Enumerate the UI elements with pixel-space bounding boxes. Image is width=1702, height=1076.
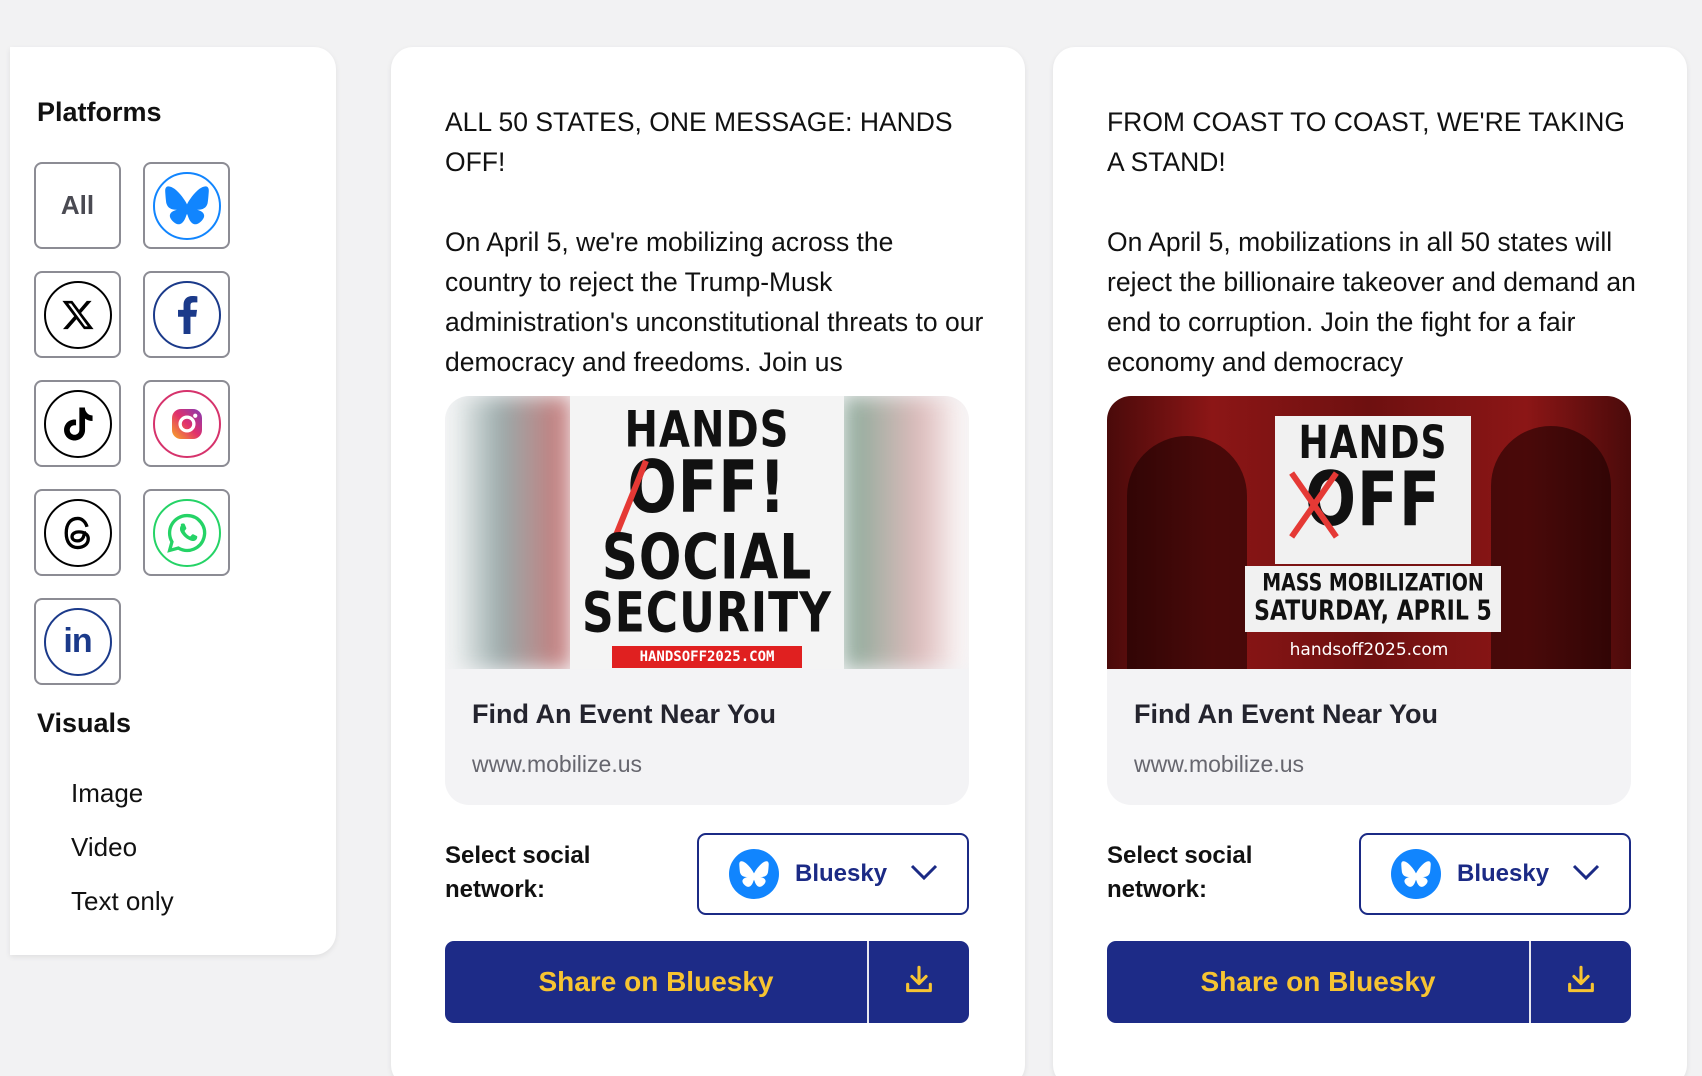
filter-sidebar: Platforms All in Visuals Image Video Tex…	[10, 47, 336, 955]
post-headline: ALL 50 STATES, ONE MESSAGE: HANDS OFF!	[445, 107, 953, 177]
chevron-down-icon	[909, 863, 939, 886]
platform-filter-linkedin[interactable]: in	[34, 598, 121, 685]
social-network-select[interactable]: Bluesky	[697, 833, 969, 915]
post-card: ALL 50 STATES, ONE MESSAGE: HANDS OFF! O…	[391, 47, 1025, 1076]
download-button[interactable]	[1531, 941, 1631, 1023]
share-button[interactable]: Share on Bluesky	[1107, 941, 1531, 1023]
butterfly-icon	[729, 849, 779, 899]
platform-filter-bluesky[interactable]	[143, 162, 230, 249]
facebook-icon	[152, 280, 221, 349]
poster-line4: SATURDAY, APRIL 5	[1254, 595, 1492, 627]
platform-filter-threads[interactable]	[34, 489, 121, 576]
select-value: Bluesky	[1457, 860, 1550, 887]
post-image: HANDS OFF MASS MOBILIZATION SATURDAY, AP…	[1107, 396, 1631, 669]
platform-filter-whatsapp[interactable]	[143, 489, 230, 576]
post-headline: FROM COAST TO COAST, WE'RE TAKING A STAN…	[1107, 107, 1625, 177]
platform-all-label: All	[60, 190, 95, 220]
platform-filter-facebook[interactable]	[143, 271, 230, 358]
tiktok-icon	[43, 389, 112, 458]
download-icon	[1564, 963, 1598, 1002]
link-title: Find An Event Near You	[472, 699, 777, 729]
hands-off-poster: HANDS OFF! SOCIAL SECURITY HANDSOFF2025.…	[570, 396, 844, 669]
post-text: ALL 50 STATES, ONE MESSAGE: HANDS OFF! O…	[445, 102, 985, 382]
platform-filter-tiktok[interactable]	[34, 380, 121, 467]
whatsapp-icon	[152, 498, 221, 567]
platform-filter-x[interactable]	[34, 271, 121, 358]
poster-line2: OFF	[1305, 456, 1441, 544]
platform-filter-all[interactable]: All	[34, 162, 121, 249]
select-network-label: Select social network:	[445, 842, 591, 903]
post-body: On April 5, we're mobilizing across the …	[445, 227, 984, 377]
chevron-down-icon	[1571, 863, 1601, 886]
poster-line4: SECURITY	[582, 581, 832, 646]
link-url: www.mobilize.us	[472, 751, 642, 777]
poster-line3: MASS MOBILIZATION	[1262, 569, 1484, 597]
visual-filter-text-only[interactable]: Text only	[71, 886, 174, 917]
butterfly-icon	[1391, 849, 1441, 899]
poster-url: handsoff2025.com	[1289, 640, 1449, 660]
link-preview[interactable]: HANDS OFF MASS MOBILIZATION SATURDAY, AP…	[1107, 396, 1631, 805]
threads-icon	[43, 498, 112, 567]
poster-line3: SOCIAL	[601, 520, 813, 594]
social-network-select[interactable]: Bluesky	[1359, 833, 1631, 915]
link-url: www.mobilize.us	[1134, 751, 1304, 777]
link-preview[interactable]: HANDS OFF! SOCIAL SECURITY HANDSOFF2025.…	[445, 396, 969, 805]
post-text: FROM COAST TO COAST, WE'RE TAKING A STAN…	[1107, 102, 1647, 382]
butterfly-icon	[152, 171, 221, 240]
poster-url: HANDSOFF2025.COM	[612, 646, 802, 668]
platform-filter-instagram[interactable]	[143, 380, 230, 467]
download-icon	[902, 963, 936, 1002]
visual-filter-image[interactable]: Image	[71, 778, 143, 809]
hands-off-sign: HANDS OFF	[1275, 416, 1471, 564]
post-body: On April 5, mobilizations in all 50 stat…	[1107, 227, 1636, 377]
visuals-heading: Visuals	[37, 708, 132, 738]
select-network-label: Select social network:	[1107, 842, 1253, 903]
mobilization-banner: MASS MOBILIZATION SATURDAY, APRIL 5	[1245, 566, 1501, 632]
select-value: Bluesky	[795, 860, 888, 887]
poster-line2: OFF!	[627, 444, 787, 530]
download-button[interactable]	[869, 941, 969, 1023]
instagram-icon	[152, 389, 221, 458]
x-logo-icon	[43, 280, 112, 349]
post-card: FROM COAST TO COAST, WE'RE TAKING A STAN…	[1053, 47, 1687, 1076]
linkedin-icon: in	[43, 607, 112, 676]
post-image: HANDS OFF! SOCIAL SECURITY HANDSOFF2025.…	[445, 396, 969, 669]
platforms-heading: Platforms	[37, 97, 162, 127]
share-button[interactable]: Share on Bluesky	[445, 941, 869, 1023]
share-button-group: Share on Bluesky	[1107, 941, 1631, 1023]
visual-filter-video[interactable]: Video	[71, 832, 137, 863]
link-title: Find An Event Near You	[1134, 699, 1439, 729]
share-button-group: Share on Bluesky	[445, 941, 969, 1023]
